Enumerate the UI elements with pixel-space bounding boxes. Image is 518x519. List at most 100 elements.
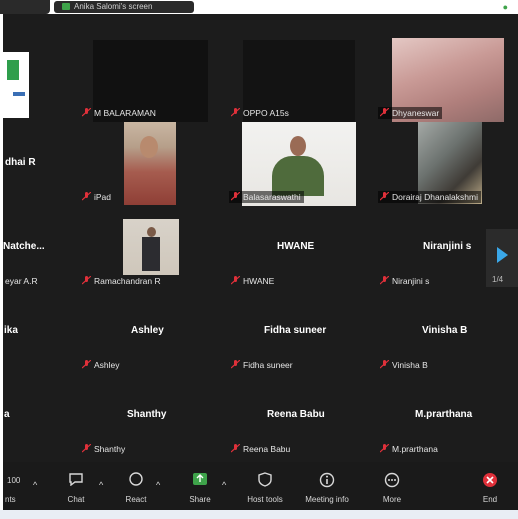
mic-muted-icon <box>82 360 91 369</box>
participant-label: OPPO A15s <box>229 107 292 119</box>
chevron-up-icon[interactable]: ^ <box>33 480 37 490</box>
chevron-right-icon <box>497 247 508 263</box>
participant-label: Fidha suneer <box>229 359 296 371</box>
mic-muted-icon <box>231 108 240 117</box>
participant-name: eyar A.R <box>5 276 38 286</box>
react-icon <box>128 472 144 488</box>
participant-label: Dhyaneswar <box>378 107 443 119</box>
mic-muted-icon <box>82 108 91 117</box>
status-icon[interactable]: ● <box>503 2 508 12</box>
share-title: Anika Salomi's screen <box>74 2 153 11</box>
share-screen-icon <box>192 472 208 488</box>
mic-muted-icon <box>380 360 389 369</box>
mic-muted-icon <box>82 192 91 201</box>
share-button[interactable]: Share <box>179 462 221 510</box>
tile-logo[interactable] <box>3 52 29 118</box>
participant-name-large: Ashley <box>131 325 164 336</box>
participant-name-large: M.prarthana <box>415 409 473 420</box>
participant-face <box>147 227 156 237</box>
screen-share-indicator[interactable]: Anika Salomi's screen <box>54 1 194 13</box>
participant-name-large: dhai R <box>5 157 36 168</box>
chevron-up-icon[interactable]: ^ <box>156 480 160 490</box>
taskbar-strip <box>0 510 518 519</box>
more-button[interactable]: More <box>371 462 413 510</box>
participant-face <box>140 136 158 158</box>
mic-muted-icon <box>380 444 389 453</box>
mic-muted-icon <box>231 192 240 201</box>
participant-name: M.prarthana <box>392 444 438 454</box>
react-label: React <box>125 495 147 504</box>
participant-body <box>272 156 324 196</box>
info-icon <box>319 472 335 490</box>
chat-label: Chat <box>67 495 85 504</box>
participant-name-large: Reena Babu <box>267 409 325 420</box>
mic-muted-icon <box>231 360 240 369</box>
more-label: More <box>382 495 402 504</box>
participant-name: Fidha suneer <box>243 360 293 370</box>
video-ipad[interactable] <box>124 122 176 205</box>
participant-label: M BALARAMAN <box>80 107 159 119</box>
participant-name: HWANE <box>243 276 275 286</box>
participant-name: Reena Babu <box>243 444 291 454</box>
chat-icon <box>68 472 84 488</box>
title-bar: Anika Salomi's screen ● <box>0 0 518 14</box>
end-button[interactable]: End <box>469 462 511 510</box>
mic-muted-icon <box>380 276 389 285</box>
participant-name: M BALARAMAN <box>94 108 156 118</box>
participants-button[interactable]: 100 nts <box>3 462 29 510</box>
participant-name-large: a <box>4 409 10 420</box>
share-label: Share <box>189 495 211 504</box>
participant-name: Ashley <box>94 360 120 370</box>
next-page-button[interactable]: 1/4 <box>486 229 518 287</box>
participant-name: Balasaraswathi <box>243 192 301 202</box>
mic-muted-icon <box>380 108 389 117</box>
meeting-info-label: Meeting info <box>305 495 349 504</box>
chat-button[interactable]: Chat <box>55 462 97 510</box>
host-tools-button[interactable]: Host tools <box>239 462 291 510</box>
video-ramachandran[interactable] <box>123 219 179 275</box>
mic-muted-icon <box>380 192 389 201</box>
screen-share-icon <box>62 3 70 11</box>
chevron-up-icon[interactable]: ^ <box>222 480 226 490</box>
meeting-info-button[interactable]: Meeting info <box>299 462 355 510</box>
mic-muted-icon <box>82 276 91 285</box>
participant-label: M.prarthana <box>378 443 441 455</box>
chevron-up-icon[interactable]: ^ <box>99 480 103 490</box>
end-label: End <box>482 495 498 504</box>
react-button[interactable]: React <box>115 462 157 510</box>
participant-name-large: ika <box>4 325 18 336</box>
mic-muted-icon <box>231 444 240 453</box>
page-indicator: 1/4 <box>492 275 504 284</box>
participant-label: iPad <box>80 191 114 203</box>
participant-label: Ramachandran R <box>80 275 164 287</box>
participant-name-large: Natche... <box>3 241 45 252</box>
end-icon <box>482 472 498 490</box>
participant-name: Dhyaneswar <box>392 108 440 118</box>
participant-face <box>290 136 306 156</box>
participants-count: 100 <box>7 476 21 485</box>
participant-name-large: HWANE <box>277 241 315 252</box>
participant-name: OPPO A15s <box>243 108 289 118</box>
more-icon <box>384 472 400 490</box>
meeting-toolbar: 100 nts ^ Chat ^ React ^ Share ^ Host to… <box>3 462 518 510</box>
logo-text <box>13 92 25 96</box>
shield-icon <box>258 472 272 489</box>
participant-name: Vinisha B <box>392 360 428 370</box>
participant-name: iPad <box>94 192 112 202</box>
mic-muted-icon <box>231 276 240 285</box>
participant-label: Vinisha B <box>378 359 431 371</box>
participant-label: Reena Babu <box>229 443 293 455</box>
participant-label: Ashley <box>80 359 123 371</box>
participant-name-large: Vinisha B <box>422 325 468 336</box>
mic-muted-icon <box>82 444 91 453</box>
participant-name-large: Shanthy <box>127 409 167 420</box>
participant-name: Niranjini s <box>392 276 430 286</box>
participant-name-large: Niranjini s <box>423 241 472 252</box>
gallery-view: M BALARAMAN OPPO A15s Dhyaneswar dhai R … <box>3 14 518 462</box>
participant-label: Shanthy <box>80 443 128 455</box>
participant-label: Balasaraswathi <box>229 191 304 203</box>
participant-label: HWANE <box>229 275 277 287</box>
participant-name: Shanthy <box>94 444 126 454</box>
participant-label: eyar A.R <box>3 275 41 287</box>
window-control-pill[interactable] <box>0 0 50 14</box>
